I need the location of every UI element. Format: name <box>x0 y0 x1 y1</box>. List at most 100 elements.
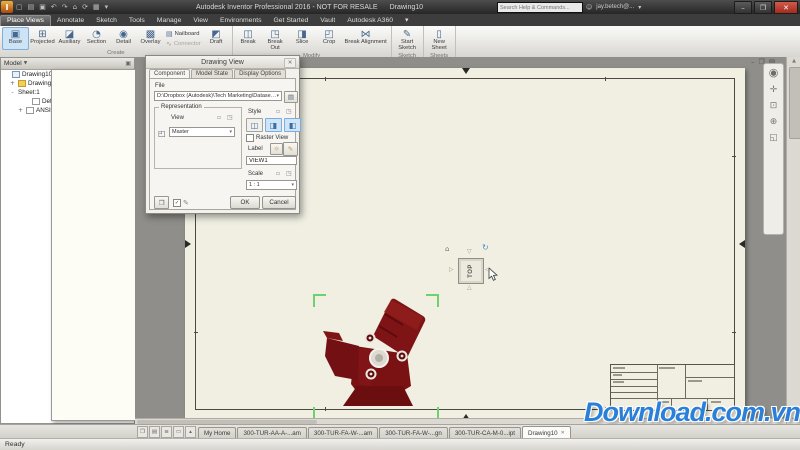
tree-item-sheet1[interactable]: - Sheet:1 <box>1 88 134 97</box>
pan-icon[interactable]: ✛ <box>770 85 778 95</box>
detail-view-button[interactable]: ◉ Detail <box>110 27 137 50</box>
tab-tools[interactable]: Tools <box>123 16 151 26</box>
scale-assoc-icon[interactable]: ◳ <box>286 170 292 177</box>
drawing-view-dialog[interactable]: Drawing View ✕ Component Model State Dis… <box>145 55 300 214</box>
draft-view-button[interactable]: ◩ Draft <box>203 27 230 50</box>
browser-menu-icon[interactable]: ▼ <box>24 61 27 66</box>
arrow-down-icon[interactable]: ▽ <box>467 249 472 255</box>
navigation-wheel-icon[interactable]: ◉ <box>769 66 779 79</box>
view-checkbox-icon[interactable]: ▫ <box>217 114 221 121</box>
preview-toggle-button[interactable]: ❐ <box>154 196 169 209</box>
expand-tabs-icon[interactable]: ▴ <box>185 426 196 438</box>
view-representation-combo[interactable]: Master ▾ <box>169 127 235 137</box>
tab-view[interactable]: View <box>187 16 214 26</box>
open-icon[interactable]: ▤ <box>28 3 35 11</box>
print-icon[interactable]: ▦ <box>93 3 100 11</box>
expand-icon[interactable]: + <box>17 107 24 114</box>
style-shaded-button[interactable]: ◧ <box>284 118 301 132</box>
file-combo[interactable]: D:\Dropbox (Autodesk)\Tech Marketing\Dat… <box>154 91 282 101</box>
ok-button[interactable]: OK <box>230 196 260 209</box>
tile-windows-icon[interactable]: ▤ <box>149 426 160 438</box>
collapse-icon[interactable]: - <box>9 89 16 96</box>
style-checkbox-icon[interactable]: ▫ <box>276 108 280 115</box>
edit-label-button[interactable]: ✎ <box>283 142 298 156</box>
dialog-tab-display-options[interactable]: Display Options <box>234 69 286 78</box>
lamp-button[interactable]: ☼ <box>270 143 283 155</box>
base-view-preview[interactable] <box>313 294 439 420</box>
tab-close-icon[interactable]: ✕ <box>561 430 565 436</box>
widget-rotate-icon[interactable]: ↻ <box>482 243 489 252</box>
break-out-button[interactable]: ◳ Break Out <box>262 27 289 53</box>
connector-button[interactable]: ∿ Connector <box>166 40 201 48</box>
dialog-close-icon[interactable]: ✕ <box>284 58 296 68</box>
view-assoc-icon[interactable]: ◳ <box>227 114 233 121</box>
view-placement-widget[interactable]: ▽ △ ▷ ◁ ⌂ ↻ TOP <box>444 244 496 296</box>
arrange-windows-icon[interactable]: ❐ <box>137 426 148 438</box>
style-hidden-line-removed-button[interactable]: ◨ <box>265 118 282 132</box>
tab-place-views[interactable]: Place Views <box>0 15 51 26</box>
cancel-button[interactable]: Cancel <box>262 196 296 209</box>
doc-minimize-icon[interactable]: – <box>751 58 755 66</box>
tab-autodesk-a360[interactable]: Autodesk A360 <box>341 16 399 26</box>
scale-checkbox-icon[interactable]: ▫ <box>276 170 280 177</box>
ribbon-options-icon[interactable]: ▾ <box>399 15 414 26</box>
save-icon[interactable]: ▣ <box>39 3 46 11</box>
section-view-button[interactable]: ◔ Section <box>83 27 110 50</box>
base-view-button[interactable]: ▣ Base <box>2 27 29 50</box>
zoom-icon[interactable]: ⊕ <box>770 117 778 127</box>
tab-sketch[interactable]: Sketch <box>90 16 123 26</box>
signed-in-user[interactable]: jay.betech@... <box>596 4 634 10</box>
dialog-tab-model-state[interactable]: Model State <box>191 69 233 78</box>
tab-annotate[interactable]: Annotate <box>51 16 90 26</box>
window-list-icon[interactable]: ≡ <box>161 426 172 438</box>
expand-icon[interactable]: + <box>9 80 16 87</box>
overlay-view-button[interactable]: ▩ Overlay <box>137 27 164 50</box>
qat-dropdown-icon[interactable]: ▾ <box>105 3 109 11</box>
tab-environments[interactable]: Environments <box>214 16 268 26</box>
dialog-tab-component[interactable]: Component <box>149 69 190 78</box>
user-dropdown-icon[interactable]: ▾ <box>638 4 641 11</box>
redo-icon[interactable]: ↷ <box>62 3 68 11</box>
start-sketch-button[interactable]: ✎ Start Sketch <box>394 27 421 53</box>
scroll-up-icon[interactable]: ▲ <box>787 58 800 64</box>
vertical-scroll-thumb[interactable] <box>789 67 800 139</box>
update-icon[interactable]: ⟳ <box>82 3 88 11</box>
tab-manage[interactable]: Manage <box>151 16 188 26</box>
inventor-logo-icon[interactable]: I <box>1 1 13 13</box>
search-input[interactable] <box>497 2 583 13</box>
preview-checkbox[interactable]: ✓ <box>173 199 181 207</box>
style-hidden-line-button[interactable]: ◫ <box>246 118 263 132</box>
break-button[interactable]: ◫ Break <box>235 27 262 53</box>
tab-get-started[interactable]: Get Started <box>268 16 315 26</box>
widget-home-icon[interactable]: ⌂ <box>445 245 449 253</box>
raster-view-checkbox[interactable] <box>246 134 254 142</box>
arrow-up-icon[interactable]: △ <box>467 285 472 291</box>
restore-button[interactable]: ❐ <box>754 1 772 14</box>
nailboard-button[interactable]: ▤ Nailboard <box>166 30 201 38</box>
close-button[interactable]: ✕ <box>774 1 798 14</box>
vertical-scrollbar[interactable]: ▲ ▼ <box>786 57 800 424</box>
scale-combo[interactable]: 1 : 1 ▾ <box>246 180 297 190</box>
view-label-input[interactable] <box>246 156 297 165</box>
crop-button[interactable]: ◰ Crop <box>316 27 343 53</box>
browse-file-button[interactable]: ▤ <box>284 91 298 103</box>
break-alignment-button[interactable]: ⋈ Break Alignment <box>343 27 389 53</box>
look-at-icon[interactable]: ◱ <box>769 133 778 143</box>
home-icon[interactable]: ⌂ <box>73 3 77 11</box>
horizontal-tile-icon[interactable]: ▭ <box>173 426 184 438</box>
style-assoc-icon[interactable]: ◳ <box>286 108 292 115</box>
new-file-icon[interactable]: ▢ <box>16 3 23 11</box>
minimize-button[interactable]: – <box>734 1 752 14</box>
user-avatar-icon[interactable]: ☺ <box>586 4 592 11</box>
arrow-right-icon[interactable]: ▷ <box>449 267 454 273</box>
view-orientation-face[interactable]: TOP <box>458 258 484 284</box>
tab-vault[interactable]: Vault <box>314 16 341 26</box>
browser-pane-icon[interactable]: ▣ <box>125 60 131 67</box>
dialog-title-bar[interactable]: Drawing View ✕ <box>146 56 299 69</box>
new-sheet-button[interactable]: ▯ New Sheet <box>426 27 453 53</box>
undo-icon[interactable]: ↶ <box>51 3 57 11</box>
projected-view-button[interactable]: ⊞ Projected <box>29 27 56 50</box>
zoom-window-icon[interactable]: ⊡ <box>770 101 778 111</box>
auxiliary-view-button[interactable]: ◪ Auxiliary <box>56 27 83 50</box>
slice-button[interactable]: ◨ Slice <box>289 27 316 53</box>
